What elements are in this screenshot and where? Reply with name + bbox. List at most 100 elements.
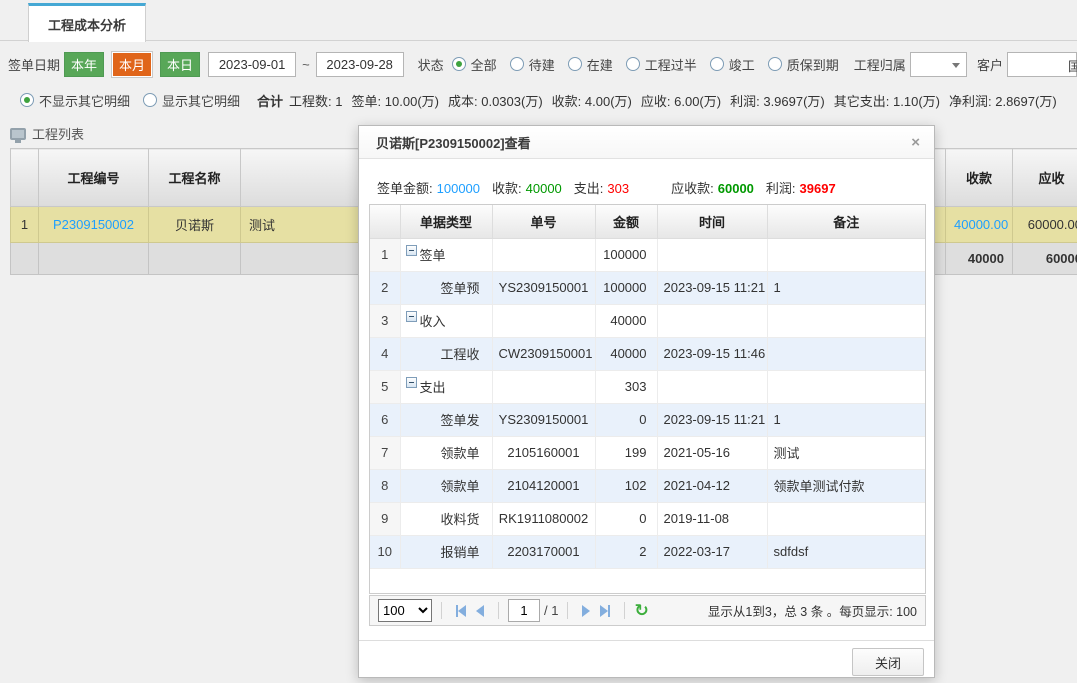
doc-no-link[interactable]: RK1911080002 [492,502,595,535]
stat-profit: 利润:39697 [766,178,836,197]
note-cell: 1 [767,271,925,304]
time-cell: 2021-04-12 [657,469,767,502]
table-row[interactable]: 1 签单 100000 [370,238,925,271]
close-button[interactable]: 关闭 [852,648,924,676]
first-page-button[interactable] [456,605,466,617]
stat-expense: 支出:303 [574,178,629,197]
modal-header: 贝诺斯[P2309150002]查看 × [359,126,934,159]
divider [567,602,568,619]
show-other-detail-radio[interactable]: 显示其它明细 [143,91,240,110]
collapse-icon[interactable] [406,311,417,322]
summary-row: 不显示其它明细 显示其它明细 合计 工程数: 1 签单: 10.00(万) 成本… [0,88,1077,112]
row-index: 8 [370,469,400,502]
date-from-input[interactable] [208,52,296,77]
stat-net-profit: 净利润: 2.8697(万) [949,91,1057,110]
doc-no-link[interactable]: 2105160001 [492,436,595,469]
collapse-icon[interactable] [406,245,417,256]
prev-page-button[interactable] [476,605,484,617]
edge-clipped-text: 国 [1068,56,1077,75]
modal-footer: 关闭 [359,640,934,677]
status-radio-in-progress[interactable]: 在建 [568,55,613,74]
radio-label: 待建 [529,55,555,74]
radio-label: 显示其它明细 [162,91,240,110]
radio-icon [626,57,640,71]
pagination-bar: 100 / 1 ↻ 显示从1到3，总 3 条 。每页显示: 100 [369,595,926,626]
tab-bar: 工程成本分析 [0,0,1077,41]
status-radio-pending[interactable]: 待建 [510,55,555,74]
amount-cell: 199 [595,436,657,469]
radio-label: 工程过半 [645,55,697,74]
doc-no-cell [492,370,595,403]
time-cell: 2023-09-15 11:21 [657,403,767,436]
note-cell: 1 [767,403,925,436]
page-number-input[interactable] [508,599,540,622]
page-size-select[interactable]: 100 [378,599,432,622]
doc-no-link[interactable]: CW2309150001 [492,337,595,370]
hide-other-detail-radio[interactable]: 不显示其它明细 [20,91,130,110]
doc-no-link[interactable]: 2203170001 [492,535,595,568]
tab-project-cost-analysis[interactable]: 工程成本分析 [28,3,146,42]
table-row[interactable]: 3 收入 40000 [370,304,925,337]
this-day-button[interactable]: 本日 [160,52,200,77]
stat-sign-amount: 签单金额:100000 [377,178,480,197]
note-cell [767,502,925,535]
table-row[interactable]: 8 领款单 2104120001 102 2021-04-12 领款单测试付款 [370,469,925,502]
table-row[interactable]: 4 工程收 CW2309150001 40000 2023-09-15 11:4… [370,337,925,370]
amount-cell: 102 [595,469,657,502]
doc-no-link[interactable]: YS2309150001 [492,271,595,304]
divider [441,602,442,619]
refresh-icon[interactable]: ↻ [634,602,648,619]
last-page-button[interactable] [600,605,610,617]
customer-input[interactable] [1007,52,1077,77]
collapse-icon[interactable] [406,377,417,388]
doc-no-cell [492,304,595,337]
table-row[interactable]: 10 报销单 2203170001 2 2022-03-17 sdfdsf [370,535,925,568]
table-row[interactable]: 2 签单预 YS2309150001 100000 2023-09-15 11:… [370,271,925,304]
time-cell: 2023-09-15 11:21 [657,271,767,304]
row-index: 7 [370,436,400,469]
project-detail-modal: 贝诺斯[P2309150002]查看 × 签单金额:100000 收款:4000… [358,125,935,678]
time-cell [657,238,767,271]
project-code-header: 工程编号 [39,149,149,207]
chevron-down-icon [952,63,960,68]
table-row[interactable]: 7 领款单 2105160001 199 2021-05-16 测试 [370,436,925,469]
note-cell [767,304,925,337]
radio-label: 质保到期 [787,55,839,74]
next-page-button[interactable] [582,605,590,617]
radio-label: 在建 [587,55,613,74]
stat-receivable: 应收款:60000 [671,178,754,197]
doc-type-cell: 收料货 [400,502,492,535]
monitor-icon [10,128,26,140]
received-link[interactable]: 40000.00 [946,207,1013,243]
date-to-input[interactable] [316,52,404,77]
divider [498,602,499,619]
this-month-button[interactable]: 本月 [112,52,152,77]
this-year-button[interactable]: 本年 [64,52,104,77]
row-index: 4 [370,337,400,370]
project-belong-select[interactable] [910,52,967,77]
modal-stats: 签单金额:100000 收款:40000 支出:303 应收款:60000 利润… [377,178,922,197]
table-row[interactable]: 6 签单发 YS2309150001 0 2023-09-15 11:21 1 [370,403,925,436]
radio-label: 竣工 [729,55,755,74]
status-radio-completed[interactable]: 竣工 [710,55,755,74]
status-radio-all[interactable]: 全部 [452,55,497,74]
row-num-header [11,149,39,207]
table-row[interactable]: 5 支出 303 [370,370,925,403]
time-cell [657,304,767,337]
doc-no-link[interactable]: 2104120001 [492,469,595,502]
time-cell: 2019-11-08 [657,502,767,535]
row-index: 1 [11,207,39,243]
amount-cell: 100000 [595,271,657,304]
close-icon[interactable]: × [911,135,920,150]
time-cell: 2023-09-15 11:46 [657,337,767,370]
note-cell: sdfdsf [767,535,925,568]
status-radio-half-done[interactable]: 工程过半 [626,55,697,74]
doc-type-cell: 签单 [400,238,492,271]
doc-no-link[interactable]: YS2309150001 [492,403,595,436]
row-index: 5 [370,370,400,403]
table-row[interactable]: 9 收料货 RK1911080002 0 2019-11-08 [370,502,925,535]
project-code-link[interactable]: P2309150002 [39,207,149,243]
stat-project-count: 工程数: 1 [289,91,342,110]
amount-cell: 303 [595,370,657,403]
status-radio-warranty-expired[interactable]: 质保到期 [768,55,839,74]
